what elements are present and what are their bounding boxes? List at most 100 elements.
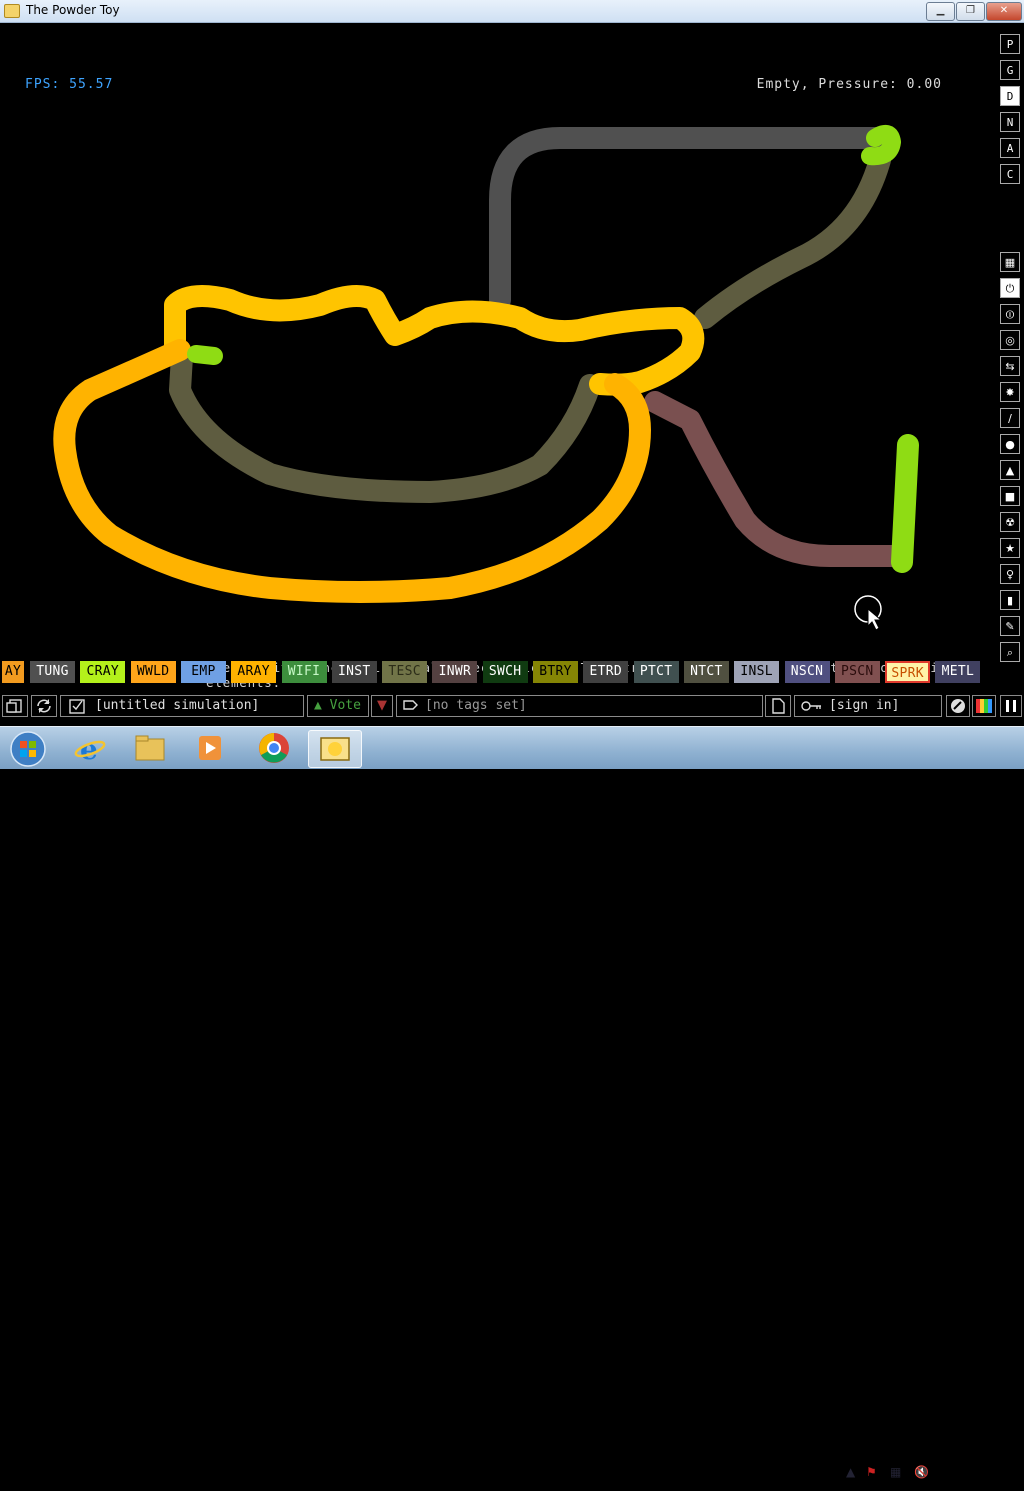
settings-icon [951, 699, 965, 713]
category-gases-button[interactable]: ∕ [1000, 408, 1020, 428]
chrome-taskbar-button[interactable] [248, 730, 300, 766]
sensors-icon: ◎ [1005, 334, 1015, 347]
solids-icon: ■ [1004, 490, 1016, 503]
bottom-bar: [untitled simulation] ▲ Vote ▼ [no tags … [0, 694, 1024, 718]
settings-button[interactable] [946, 695, 970, 717]
category-favorites-button[interactable]: ✎ [1000, 616, 1020, 636]
category-radioactive-button[interactable]: ☢ [1000, 512, 1020, 532]
close-button[interactable]: ✕ [986, 2, 1022, 21]
vote-up-button[interactable]: ▲ Vote [307, 695, 369, 717]
menu-button-menu-p[interactable]: P [1000, 34, 1020, 54]
menu-button-menu-c[interactable]: C [1000, 164, 1020, 184]
wire-olive-right [694, 149, 891, 329]
tag-icon [403, 700, 418, 710]
element-button-wwld[interactable]: WWLD [130, 661, 176, 683]
category-search-button[interactable]: ⌕ [1000, 642, 1020, 662]
element-button-btry[interactable]: BTRY [533, 661, 578, 683]
window-title-bar: The Powder Toy ▁ ❐ ✕ [0, 0, 1024, 23]
internet-explorer-taskbar-button[interactable]: e [64, 730, 116, 766]
minimize-button[interactable]: ▁ [926, 2, 955, 21]
explosives-icon: ✸ [1005, 386, 1015, 399]
open-simulation-button[interactable] [2, 695, 28, 717]
element-button-ntct[interactable]: NTCT [683, 661, 729, 683]
simulation-canvas[interactable]: FPS: 55.57 Empty, Pressure: 0.00 Electri… [0, 23, 996, 690]
element-button-tung[interactable]: TUNG [30, 661, 75, 683]
clock-date[interactable]: 12/17/2023 [944, 1477, 1013, 1491]
element-button-inwr[interactable]: INWR [432, 661, 478, 683]
renderer-button[interactable] [972, 695, 996, 717]
element-button-insl[interactable]: INSL [734, 661, 780, 683]
pause-button[interactable] [1000, 695, 1022, 717]
show-hidden-icons-button[interactable]: ▲ [846, 1465, 855, 1479]
element-button-inst[interactable]: INST [331, 661, 377, 683]
element-button-swch[interactable]: SWCH [482, 661, 528, 683]
force-icon: ⇆ [1005, 360, 1015, 373]
powders-icon: ▲ [1005, 464, 1015, 477]
life-icon: ♀ [1005, 568, 1015, 581]
pressure-readout: Empty, Pressure: 0.00 [756, 77, 942, 92]
powered-icon: ⏼ [1005, 308, 1015, 321]
element-button-etrd[interactable]: ETRD [583, 661, 629, 683]
vote-label: Vote [329, 698, 361, 713]
element-button-ay[interactable]: AY [2, 661, 24, 683]
menu-button-menu-g[interactable]: G [1000, 60, 1020, 80]
svg-text:e: e [80, 733, 98, 766]
pause-icon [1006, 700, 1016, 712]
category-solids-button[interactable]: ■ [1000, 486, 1020, 506]
fps-counter: FPS: 55.57 [25, 77, 114, 92]
vote-up-icon: ▲ [314, 698, 322, 713]
element-button-aray[interactable]: ARAY [231, 661, 277, 683]
category-electronics-button[interactable]: ⏻ [1000, 278, 1020, 298]
element-button-nscn[interactable]: NSCN [784, 661, 830, 683]
save-simulation-button[interactable]: [untitled simulation] [60, 695, 304, 717]
new-simulation-button[interactable] [765, 695, 791, 717]
reload-button[interactable] [31, 695, 57, 717]
menu-button-menu-d[interactable]: D [1000, 86, 1020, 106]
clock-time[interactable]: 9:39 PM [952, 1461, 1000, 1475]
tags-button[interactable]: [no tags set] [396, 695, 763, 717]
element-button-sprk[interactable]: SPRK [885, 661, 931, 683]
category-special-button[interactable]: ★ [1000, 538, 1020, 558]
category-life-button[interactable]: ♀ [1000, 564, 1020, 584]
powder-toy-icon [320, 737, 350, 761]
element-button-wifi[interactable]: WIFI [281, 661, 327, 683]
menu-button-menu-a[interactable]: A [1000, 138, 1020, 158]
action-center-flag-icon[interactable]: ⚑ [866, 1465, 877, 1479]
element-button-metl[interactable]: METL [935, 661, 981, 683]
file-explorer-taskbar-button[interactable] [124, 730, 176, 766]
volume-muted-icon[interactable]: 🔇 [914, 1465, 929, 1479]
category-walls-button[interactable]: ▦ [1000, 252, 1020, 272]
maximize-button[interactable]: ❐ [956, 2, 985, 21]
tools-icon: ▮ [1006, 594, 1014, 607]
wire-gray [489, 127, 891, 311]
element-button-pscn[interactable]: PSCN [834, 661, 880, 683]
powder-toy-taskbar-button[interactable] [308, 730, 362, 768]
element-button-emp[interactable]: EMP [180, 661, 226, 683]
category-tools-button[interactable]: ▮ [1000, 590, 1020, 610]
mouse-pointer-icon [867, 607, 883, 631]
category-explosives-button[interactable]: ✸ [1000, 382, 1020, 402]
category-force-button[interactable]: ⇆ [1000, 356, 1020, 376]
electronics-icon: ⏻ [1005, 282, 1015, 295]
vote-down-button[interactable]: ▼ [371, 695, 393, 717]
gases-icon: ∕ [1008, 412, 1012, 425]
category-liquids-button[interactable]: ● [1000, 434, 1020, 454]
folder-icon [135, 735, 165, 761]
network-icon[interactable]: ▦ [890, 1465, 901, 1479]
start-button[interactable] [2, 728, 50, 768]
save-icon [69, 699, 85, 714]
media-player-taskbar-button[interactable] [184, 730, 236, 766]
element-button-ptct[interactable]: PTCT [633, 661, 679, 683]
element-button-cray[interactable]: CRAY [80, 661, 126, 683]
category-powered-button[interactable]: ⏼ [1000, 304, 1020, 324]
open-icon [6, 699, 22, 713]
sign-in-button[interactable]: [sign in] [794, 695, 942, 717]
liquids-icon: ● [1005, 438, 1015, 451]
category-sensors-button[interactable]: ◎ [1000, 330, 1020, 350]
menu-button-menu-n[interactable]: N [1000, 112, 1020, 132]
element-button-tesc[interactable]: TESC [382, 661, 428, 683]
new-document-icon [772, 698, 785, 714]
renderer-palette-icon [976, 699, 992, 713]
category-powders-button[interactable]: ▲ [1000, 460, 1020, 480]
media-player-icon [199, 736, 221, 760]
